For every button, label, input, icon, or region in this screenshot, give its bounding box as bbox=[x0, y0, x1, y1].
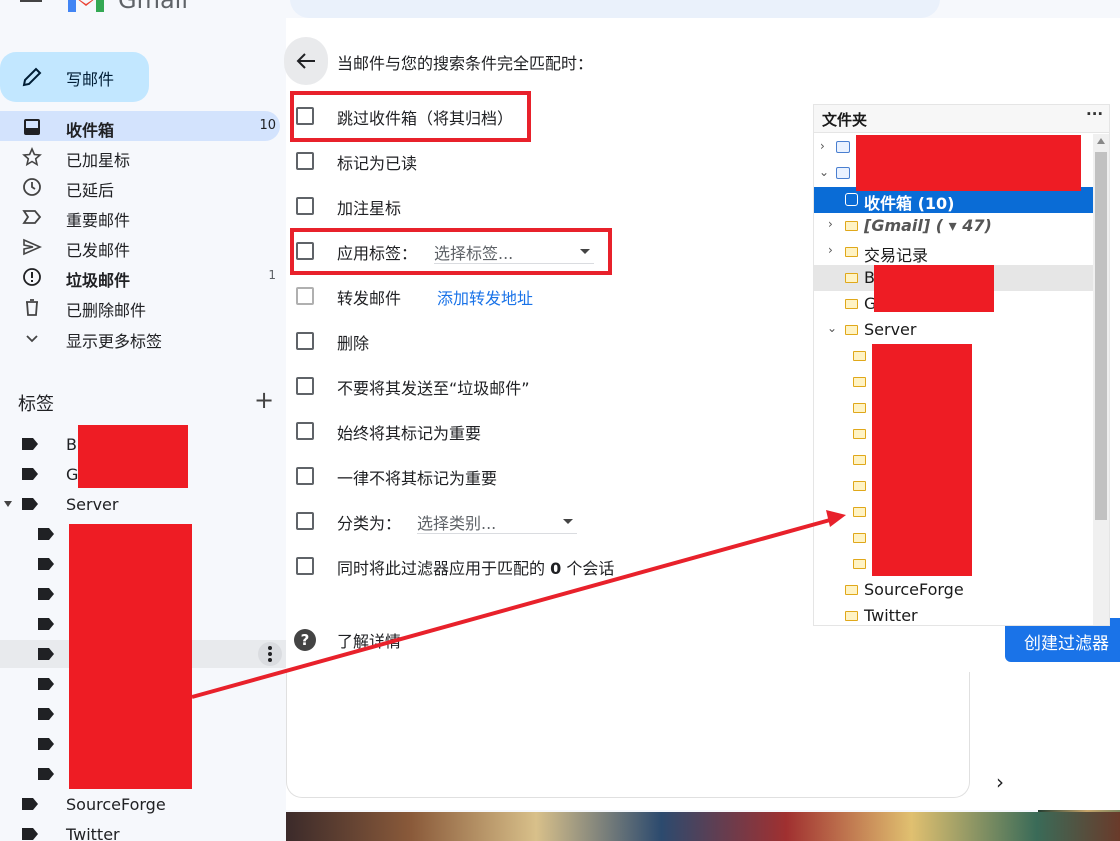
annotation-arrow bbox=[191, 510, 846, 699]
